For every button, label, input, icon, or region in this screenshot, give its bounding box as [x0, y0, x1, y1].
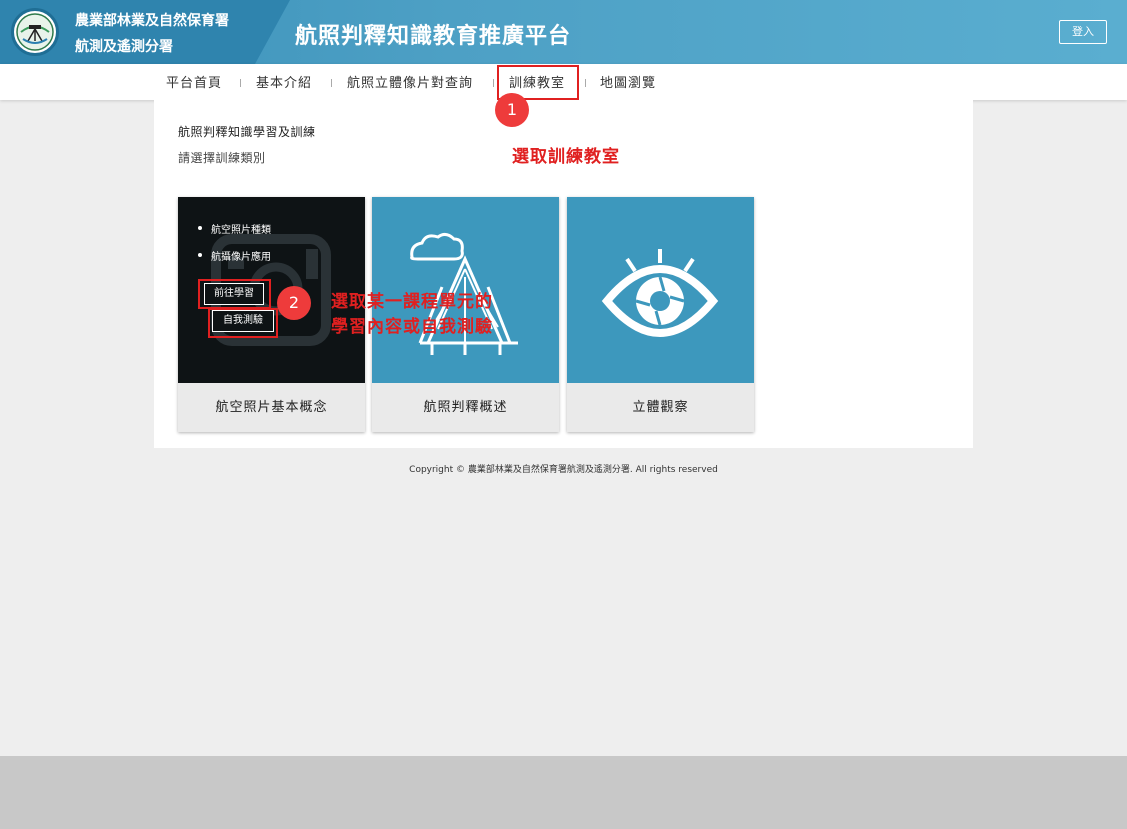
org-name-line2: 航測及遙測分署: [75, 39, 173, 55]
nav-item-intro[interactable]: 基本介紹: [256, 72, 312, 91]
nav-separator: [585, 79, 586, 87]
login-button[interactable]: 登入: [1059, 20, 1107, 44]
bullet-item: 航空照片種類: [198, 221, 271, 236]
annotation-box-learn: [198, 279, 271, 309]
card-image: [567, 197, 754, 383]
org-name-line1: 農業部林業及自然保育署: [75, 13, 229, 29]
nav-item-stereo-search[interactable]: 航照立體像片對查詢: [347, 72, 473, 91]
copyright-text: Copyright © 農業部林業及自然保育署航測及遙測分署. All righ…: [409, 465, 718, 475]
nav-item-map[interactable]: 地圖瀏覽: [600, 72, 656, 91]
card-bullet-list: 航空照片種類 航攝像片應用: [198, 221, 271, 275]
eye-icon: [601, 249, 719, 337]
nav-separator: [331, 79, 332, 87]
nav-separator: [493, 79, 494, 87]
annotation-step2-text-line1: 選取某一課程單元的: [331, 292, 493, 312]
platform-title[interactable]: 航照判釋知識教育推廣平台: [295, 18, 571, 50]
card-label[interactable]: 航空照片基本概念: [178, 383, 365, 432]
annotation-step1-text: 選取訓練教室: [512, 147, 620, 167]
course-card-stereo[interactable]: 立體觀察: [567, 197, 754, 432]
annotation-step1-badge: 1: [495, 93, 529, 127]
annotation-box-test: [208, 308, 278, 338]
bullet-item: 航攝像片應用: [198, 248, 271, 263]
section-title: 航照判釋知識學習及訓練: [178, 125, 316, 139]
nav-separator: [240, 79, 241, 87]
nav-item-home[interactable]: 平台首頁: [166, 72, 222, 91]
annotation-step2-text-line2: 學習內容或自我測驗: [331, 317, 493, 337]
card-label[interactable]: 立體觀察: [567, 383, 754, 432]
agency-logo-icon[interactable]: [11, 8, 59, 56]
footer-band: [0, 756, 1127, 829]
annotation-step2-badge: 2: [277, 286, 311, 320]
card-label[interactable]: 航照判釋概述: [372, 383, 559, 432]
section-subtitle: 請選擇訓練類別: [178, 151, 266, 165]
site-header: 農業部林業及自然保育署 航測及遙測分署 航照判釋知識教育推廣平台 登入: [0, 0, 1127, 64]
